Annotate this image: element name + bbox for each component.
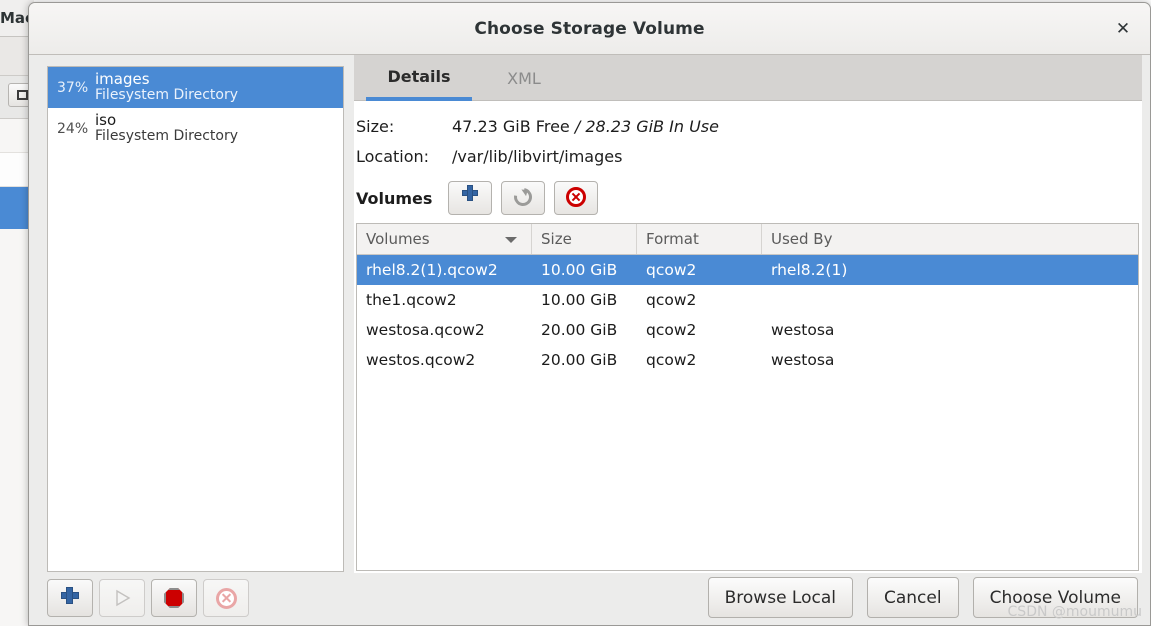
choose-volume-button[interactable]: Choose Volume (972, 577, 1138, 618)
column-header-volumes[interactable]: Volumes (357, 224, 532, 254)
column-header-label: Used By (771, 230, 833, 248)
add-pool-button[interactable] (47, 579, 93, 617)
column-header-label: Volumes (366, 230, 430, 248)
delete-circle-icon (216, 588, 237, 609)
stop-octagon-icon (164, 588, 184, 608)
size-free-value: 47.23 GiB Free (452, 117, 570, 136)
cell-volume-size: 20.00 GiB (541, 351, 618, 369)
choose-storage-volume-dialog: Choose Storage Volume ✕ 37% images Files… (28, 2, 1151, 626)
volumes-toolbar: Volumes (356, 177, 1140, 219)
pool-location-row: Location: /var/lib/libvirt/images (356, 147, 622, 166)
dialog-body: 37% images Filesystem Directory 24% iso … (29, 55, 1150, 625)
table-row[interactable]: rhel8.2(1).qcow2 10.00 GiB qcow2 rhel8.2… (357, 255, 1138, 285)
delete-pool-button[interactable] (203, 579, 249, 617)
pool-type: Filesystem Directory (95, 128, 239, 145)
cell-volume-size: 20.00 GiB (541, 321, 618, 339)
location-label: Location: (356, 147, 430, 166)
cell-volume-used-by (762, 285, 1138, 315)
column-header-format[interactable]: Format (637, 224, 762, 254)
refresh-icon (510, 184, 536, 210)
details-content: Size: 47.23 GiB Free / 28.23 GiB In Use L… (354, 101, 1142, 573)
plus-icon (449, 182, 491, 214)
dialog-footer: Browse Local Cancel Choose Volume CSDN @… (29, 573, 1150, 625)
sort-descending-icon (505, 237, 517, 243)
size-in-use-value: 28.23 GiB In Use (585, 117, 719, 136)
volumes-table-header: Volumes Size Format Used By (357, 224, 1138, 255)
add-volume-button[interactable] (448, 181, 493, 215)
size-label: Size: (356, 117, 395, 136)
dialog-action-buttons: Browse Local Cancel Choose Volume (694, 577, 1138, 618)
storage-pool-list[interactable]: 37% images Filesystem Directory 24% iso … (47, 66, 344, 572)
cell-volume-name: rhel8.2(1).qcow2 (366, 261, 498, 279)
cell-volume-used-by: rhel8.2(1) (771, 261, 848, 279)
column-header-used-by[interactable]: Used By (762, 224, 1138, 254)
cell-volume-size: 10.00 GiB (541, 291, 618, 309)
play-icon (116, 589, 131, 607)
pool-size-row: Size: 47.23 GiB Free / 28.23 GiB In Use (356, 117, 719, 136)
size-separator: / (574, 117, 581, 136)
volumes-toolbar-label: Volumes (356, 188, 433, 208)
cell-volume-format: qcow2 (646, 351, 697, 369)
delete-volume-button[interactable] (554, 181, 599, 215)
table-row[interactable]: westos.qcow2 20.00 GiB qcow2 westosa (357, 345, 1138, 375)
cell-volume-format: qcow2 (646, 291, 697, 309)
pool-usage-percent: 24% (57, 120, 89, 137)
details-tabstrip: Details XML (354, 55, 1142, 101)
pool-name: images (95, 70, 150, 89)
cell-volume-format: qcow2 (646, 321, 697, 339)
dialog-title: Choose Storage Volume (474, 19, 705, 39)
pool-control-buttons (47, 579, 255, 617)
column-header-size[interactable]: Size (532, 224, 637, 254)
tab-xml[interactable]: XML (484, 55, 564, 101)
pool-list-item-images[interactable]: 37% images Filesystem Directory (48, 67, 343, 108)
pool-usage-percent: 37% (57, 79, 89, 96)
cell-volume-used-by: westosa (771, 321, 835, 339)
screen-root: Mac Choose Storage Volume ✕ 37% images F… (0, 0, 1151, 626)
cell-volume-size: 10.00 GiB (541, 261, 618, 279)
location-value: /var/lib/libvirt/images (452, 147, 623, 166)
cell-volume-name: westos.qcow2 (366, 351, 476, 369)
cell-volume-name: westosa.qcow2 (366, 321, 485, 339)
browse-local-button[interactable]: Browse Local (707, 577, 853, 618)
refresh-volumes-button[interactable] (501, 181, 546, 215)
cell-volume-name: the1.qcow2 (366, 291, 457, 309)
table-row[interactable]: westosa.qcow2 20.00 GiB qcow2 westosa (357, 315, 1138, 345)
cancel-button[interactable]: Cancel (867, 577, 959, 618)
close-icon[interactable]: ✕ (1110, 16, 1136, 42)
pool-details-panel: Details XML Size: 47.23 GiB Free / 28.23 … (354, 55, 1142, 573)
tab-details[interactable]: Details (366, 55, 472, 101)
start-pool-button[interactable] (99, 579, 145, 617)
pool-name: iso (95, 111, 117, 130)
column-header-label: Size (541, 230, 572, 248)
cell-volume-used-by: westosa (771, 351, 835, 369)
column-header-label: Format (646, 230, 699, 248)
dialog-titlebar: Choose Storage Volume ✕ (29, 3, 1150, 55)
delete-circle-icon (566, 187, 587, 207)
pool-list-item-iso[interactable]: 24% iso Filesystem Directory (48, 108, 343, 149)
stop-pool-button[interactable] (151, 579, 197, 617)
pool-type: Filesystem Directory (95, 87, 239, 104)
cell-volume-format: qcow2 (646, 261, 697, 279)
volumes-table[interactable]: Volumes Size Format Used By rhel8.2(1).q… (356, 223, 1139, 571)
table-row[interactable]: the1.qcow2 10.00 GiB qcow2 (357, 285, 1138, 315)
